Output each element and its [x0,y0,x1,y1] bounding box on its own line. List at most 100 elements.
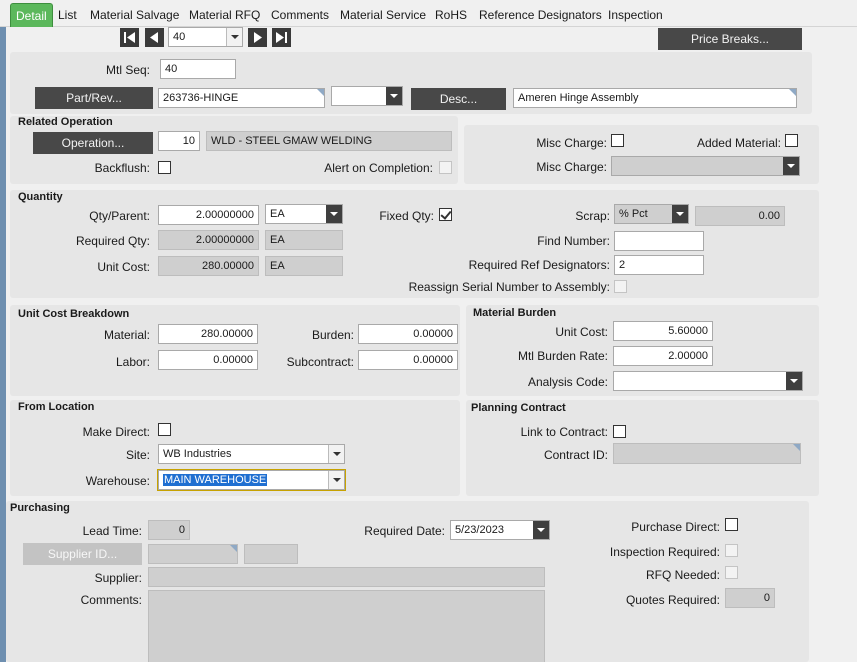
material-cost-label: Material: [103,328,150,342]
backflush-checkbox[interactable] [158,161,171,174]
inspection-required-label: Inspection Required: [609,545,720,559]
misc-charge-dropdown[interactable] [611,156,800,176]
burden-unit-cost-label: Unit Cost: [555,325,608,339]
previous-record-icon [150,32,158,43]
required-date-picker[interactable]: 5/23/2023 [450,520,550,540]
tab-rohs[interactable]: RoHS [435,8,467,22]
part-rev-button[interactable]: Part/Rev... [35,87,153,109]
price-breaks-button[interactable]: Price Breaks... [658,28,802,50]
description-button[interactable]: Desc... [411,88,506,110]
quotes-required-field: 0 [725,588,775,608]
mtl-seq-field[interactable]: 40 [160,59,236,79]
reassign-serial-checkbox[interactable] [614,280,627,293]
quotes-required-label: Quotes Required: [625,593,720,607]
link-to-contract-label: Link to Contract: [520,425,608,439]
misc-charge-label: Misc Charge: [536,136,607,150]
tab-detail[interactable]: Detail [10,3,53,27]
first-record-button[interactable] [120,28,139,47]
scrap-label: Scrap: [575,209,610,223]
fixed-qty-label: Fixed Qty: [379,209,434,223]
analysis-code-dropdown[interactable] [613,371,803,391]
unit-cost-uom-field: EA [265,256,343,276]
from-location-title: From Location [18,401,95,413]
chevron-down-icon[interactable] [226,28,242,46]
part-number-field[interactable]: 263736-HINGE [158,88,325,108]
rfq-needed-checkbox[interactable] [725,566,738,579]
alert-on-completion-checkbox[interactable] [439,161,452,174]
burden-rate-field[interactable]: 2.00000 [613,346,713,366]
required-ref-designators-label: Required Ref Designators: [468,258,610,272]
revision-dropdown[interactable] [331,86,403,106]
subcontract-cost-field[interactable]: 0.00000 [358,350,458,370]
previous-record-button[interactable] [145,28,164,47]
make-direct-checkbox[interactable] [158,423,171,436]
operation-button[interactable]: Operation... [33,132,153,154]
tab-bar: Detail List Material Salvage Material RF… [0,0,857,27]
operation-description-field: WLD - STEEL GMAW WELDING [206,131,452,151]
tab-material-service[interactable]: Material Service [340,8,426,22]
qty-parent-field[interactable]: 2.00000000 [158,205,259,225]
tab-inspection[interactable]: Inspection [608,8,663,22]
tab-list[interactable]: List [58,8,77,22]
link-to-contract-checkbox[interactable] [613,425,626,438]
required-qty-label: Required Qty: [75,234,150,248]
qty-parent-label: Qty/Parent: [89,209,150,223]
required-ref-designators-field[interactable]: 2 [614,255,704,275]
fixed-qty-checkbox[interactable] [439,208,452,221]
supplier-id-button[interactable]: Supplier ID... [23,543,142,565]
inspection-required-checkbox[interactable] [725,544,738,557]
chevron-down-icon[interactable] [786,372,802,390]
material-burden-title: Material Burden [473,307,557,319]
operation-number-field[interactable]: 10 [158,131,200,151]
misc-charge-checkbox[interactable] [611,134,624,147]
chevron-down-icon[interactable] [783,157,799,175]
burden-cost-field[interactable]: 0.00000 [358,324,458,344]
tab-material-salvage[interactable]: Material Salvage [90,8,179,22]
alert-on-completion-label: Alert on Completion: [324,161,433,175]
purchasing-comments-field [148,590,545,662]
description-field[interactable]: Ameren Hinge Assembly [513,88,797,108]
analysis-code-label: Analysis Code: [527,375,608,389]
chevron-down-icon[interactable] [328,471,344,489]
labor-cost-field[interactable]: 0.00000 [158,350,258,370]
burden-cost-label: Burden: [311,328,354,342]
tab-material-rfq[interactable]: Material RFQ [189,8,260,22]
reassign-serial-label: Reassign Serial Number to Assembly: [408,280,610,294]
burden-unit-cost-field[interactable]: 5.60000 [613,321,713,341]
required-qty-field: 2.00000000 [158,230,259,250]
scrap-value-field: 0.00 [695,206,785,226]
supplier-number-field [244,544,298,564]
next-record-button[interactable] [248,28,267,47]
scrap-type-dropdown[interactable]: % Pct [614,204,689,224]
supplier-name-field [148,567,545,587]
burden-rate-label: Mtl Burden Rate: [517,349,608,363]
tab-comments[interactable]: Comments [271,8,329,22]
qty-uom-dropdown[interactable]: EA [265,204,343,224]
record-value: 40 [173,31,186,43]
supplier-id-field [148,544,238,564]
site-dropdown[interactable]: WB Industries [158,444,345,464]
unit-cost-label: Unit Cost: [97,260,150,274]
tab-reference-designators[interactable]: Reference Designators [479,8,602,22]
find-number-field[interactable] [614,231,704,251]
material-cost-field[interactable]: 280.00000 [158,324,258,344]
rfq-needed-label: RFQ Needed: [645,568,720,582]
find-number-label: Find Number: [537,234,610,248]
record-selector[interactable]: 40 [168,27,243,47]
purchase-direct-checkbox[interactable] [725,518,738,531]
quantity-title: Quantity [18,191,63,203]
warehouse-dropdown[interactable]: MAIN WAREHOUSE [157,469,346,491]
added-material-checkbox[interactable] [785,134,798,147]
first-record-icon [124,32,135,43]
chevron-down-icon[interactable] [533,521,549,539]
chevron-down-icon[interactable] [672,205,688,223]
site-label: Site: [125,448,150,462]
chevron-down-icon[interactable] [328,445,344,463]
lead-time-label: Lead Time: [82,524,142,538]
subcontract-cost-label: Subcontract: [286,355,354,369]
chevron-down-icon[interactable] [386,87,402,105]
last-record-button[interactable] [272,28,291,47]
chevron-down-icon[interactable] [326,205,342,223]
site-value: WB Industries [163,448,232,460]
qty-uom-value: EA [270,208,285,220]
